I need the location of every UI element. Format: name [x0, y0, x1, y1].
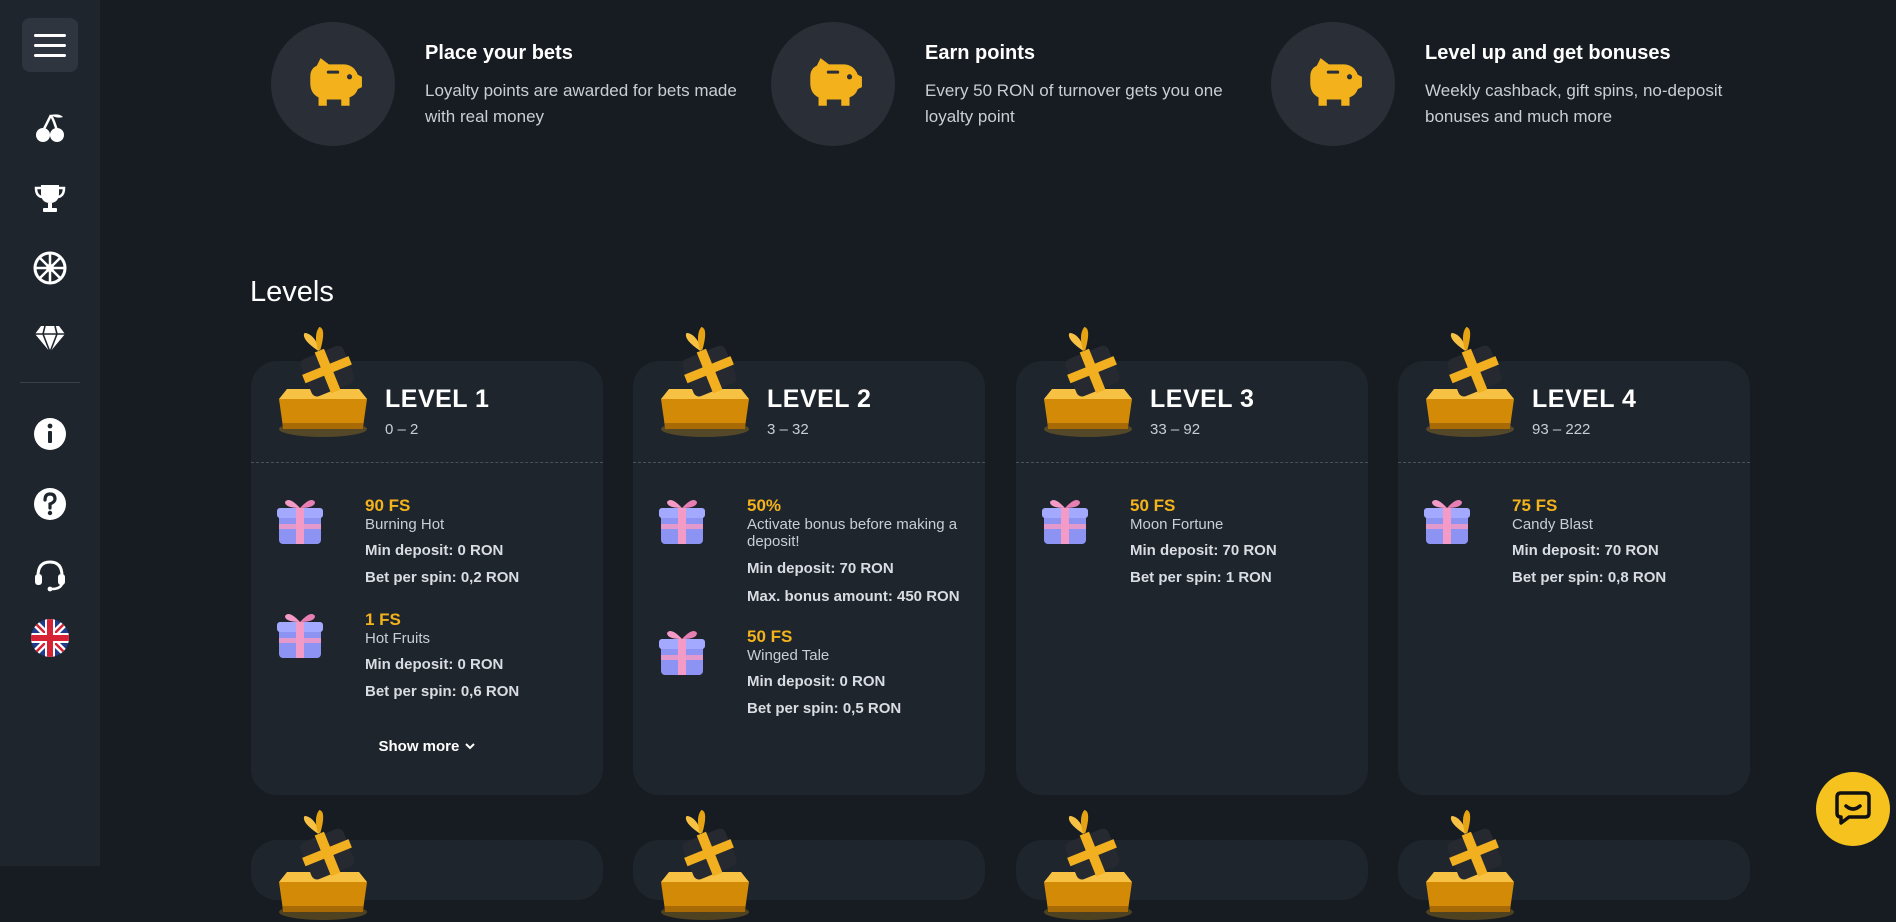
level-card-5 — [251, 840, 603, 900]
bonus-game: Activate bonus before making a deposit! — [747, 516, 958, 550]
chat-button[interactable] — [1816, 772, 1890, 846]
bonus-bet-per-spin: Bet per spin: 0,2 RON — [365, 569, 520, 586]
gift-icon — [657, 627, 707, 677]
bonus-amount: 90 FS — [365, 496, 411, 515]
bonus-game: Winged Tale — [747, 647, 830, 664]
step-text: Weekly cashback, gift spins, no-deposit … — [1425, 81, 1723, 126]
chest-icon — [1040, 327, 1136, 439]
chest-icon — [275, 327, 371, 439]
bonus-min-deposit: Min deposit: 70 RON — [1130, 542, 1277, 559]
chest-icon — [1422, 327, 1518, 439]
step-title: Place your bets — [425, 42, 573, 64]
step-title: Level up and get bonuses — [1425, 42, 1671, 64]
chest-icon — [1422, 810, 1518, 922]
show-more-button[interactable]: Show more — [251, 738, 603, 755]
level-card-7 — [1016, 840, 1368, 900]
bonus-max-amount: Max. bonus amount: 450 RON — [747, 588, 960, 605]
level-card-8 — [1398, 840, 1750, 900]
sidebar-divider — [20, 382, 80, 383]
trophy-icon[interactable] — [30, 178, 70, 218]
bonus-game: Candy Blast — [1512, 516, 1593, 533]
bonus-game: Moon Fortune — [1130, 516, 1224, 533]
bonus-amount: 50% — [747, 496, 782, 515]
level-range: 33 – 92 — [1150, 421, 1201, 438]
level-name: LEVEL 4 — [1532, 385, 1637, 413]
uk-flag-icon[interactable] — [30, 618, 70, 658]
chevron-down-icon — [464, 738, 476, 755]
step-title: Earn points — [925, 42, 1036, 64]
level-name: LEVEL 3 — [1150, 385, 1255, 413]
chest-icon — [657, 327, 753, 439]
card-divider — [633, 462, 985, 463]
card-divider — [1016, 462, 1368, 463]
help-icon[interactable] — [30, 484, 70, 524]
cherry-icon[interactable] — [30, 108, 70, 148]
bonus-bet-per-spin: Bet per spin: 1 RON — [1130, 569, 1272, 586]
gift-icon — [1040, 496, 1090, 546]
sidebar — [0, 0, 100, 866]
support-headset-icon[interactable] — [30, 554, 70, 594]
bonus-game: Hot Fruits — [365, 630, 431, 647]
gift-icon — [1422, 496, 1472, 546]
piggy-bank-icon — [271, 22, 395, 146]
diamond-icon[interactable] — [30, 318, 70, 358]
bonus-amount: 50 FS — [1130, 496, 1176, 515]
bonus-bet-per-spin: Bet per spin: 0,8 RON — [1512, 569, 1667, 586]
chest-icon — [657, 810, 753, 922]
bonus-amount: 75 FS — [1512, 496, 1558, 515]
level-card-2: LEVEL 2 3 – 32 50% Activate bonus before… — [633, 361, 985, 795]
gift-icon — [657, 496, 707, 546]
level-range: 93 – 222 — [1532, 421, 1591, 438]
levels-heading: Levels — [250, 276, 334, 308]
card-divider — [1398, 462, 1750, 463]
step-text: Loyalty points are awarded for bets made… — [425, 81, 737, 126]
menu-icon[interactable] — [22, 18, 78, 72]
bonus-amount: 50 FS — [747, 627, 793, 646]
level-name: LEVEL 1 — [385, 385, 490, 413]
piggy-bank-icon — [771, 22, 895, 146]
bonus-bet-per-spin: Bet per spin: 0,6 RON — [365, 683, 520, 700]
level-name: LEVEL 2 — [767, 385, 872, 413]
bonus-min-deposit: Min deposit: 0 RON — [365, 656, 504, 673]
chest-icon — [1040, 810, 1136, 922]
card-divider — [251, 462, 603, 463]
level-card-6 — [633, 840, 985, 900]
bonus-game: Burning Hot — [365, 516, 445, 533]
level-card-3: LEVEL 3 33 – 92 50 FS Moon Fortune Min d… — [1016, 361, 1368, 795]
bonus-min-deposit: Min deposit: 70 RON — [1512, 542, 1659, 559]
wheel-icon[interactable] — [30, 248, 70, 288]
level-card-4: LEVEL 4 93 – 222 75 FS Candy Blast Min d… — [1398, 361, 1750, 795]
show-more-label: Show more — [378, 738, 460, 755]
piggy-bank-icon — [1271, 22, 1395, 146]
chest-icon — [275, 810, 371, 922]
chat-bubble-icon — [1833, 787, 1873, 832]
level-range: 3 – 32 — [767, 421, 809, 438]
level-card-1: LEVEL 1 0 – 2 90 FS Burning Hot Min depo… — [251, 361, 603, 795]
bonus-amount: 1 FS — [365, 610, 401, 629]
gift-icon — [275, 610, 325, 660]
bonus-bet-per-spin: Bet per spin: 0,5 RON — [747, 700, 902, 717]
step-text: Every 50 RON of turnover gets you one lo… — [925, 81, 1223, 126]
bonus-min-deposit: Min deposit: 70 RON — [747, 560, 894, 577]
bonus-min-deposit: Min deposit: 0 RON — [365, 542, 504, 559]
gift-icon — [275, 496, 325, 546]
bonus-min-deposit: Min deposit: 0 RON — [747, 673, 886, 690]
info-icon[interactable] — [30, 414, 70, 454]
level-range: 0 – 2 — [385, 421, 419, 438]
